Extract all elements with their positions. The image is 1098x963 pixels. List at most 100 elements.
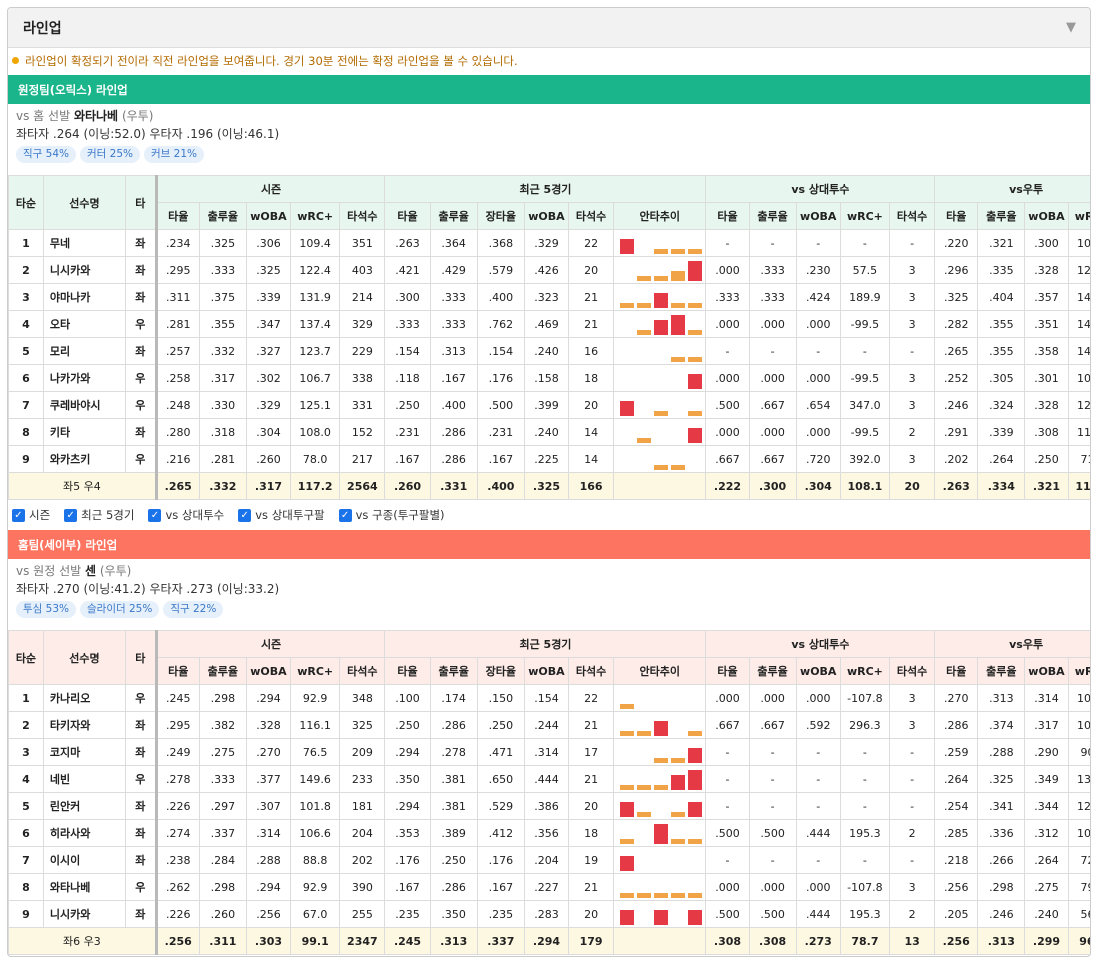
vs-hand-stat: .264 xyxy=(1024,846,1069,874)
column-header: 타율 xyxy=(384,202,431,230)
player-name[interactable]: 히라사와 xyxy=(42,819,126,847)
vs-hand-stat: .341 xyxy=(977,792,1026,820)
vs-pitcher-stat: .333 xyxy=(748,256,797,284)
season-stat: .281 xyxy=(154,310,200,338)
vs-pitcher-stat: -107.8 xyxy=(839,873,891,901)
recent-stat: .250 xyxy=(476,711,525,739)
trend-bar xyxy=(619,303,634,308)
player-name[interactable]: 키타 xyxy=(42,418,126,446)
season-stat: .307 xyxy=(245,792,292,820)
player-name[interactable]: 모리 xyxy=(42,337,126,365)
summary-season-stat: .303 xyxy=(245,927,292,955)
checkbox-checked-icon[interactable]: ✓ xyxy=(338,508,352,522)
player-name[interactable]: 와카츠키 xyxy=(42,445,126,473)
season-stat: .256 xyxy=(245,900,292,928)
recent-stat: 18 xyxy=(568,819,615,847)
vs-hand-stat: .305 xyxy=(977,364,1026,392)
vs-pitcher-stat: - xyxy=(748,229,797,257)
filter-checkbox[interactable]: ✓ 최근 5경기 xyxy=(64,507,134,523)
player-row: 5 린안커 좌 .226.297.307 101.8 181.294.381.529.38… xyxy=(8,792,1090,820)
pitch-mix: 직구 54% 커터 25% 커브 21% xyxy=(16,146,1082,163)
recent-stat: .579 xyxy=(476,256,525,284)
player-name[interactable]: 코지마 xyxy=(42,738,126,766)
recent-stat: .250 xyxy=(384,391,431,419)
player-name[interactable]: 야마나카 xyxy=(42,283,126,311)
hit-trend-chart xyxy=(613,229,707,257)
recent-stat: .389 xyxy=(429,819,478,847)
recent-stat: .399 xyxy=(523,391,570,419)
vs-hand-stat: .351 xyxy=(1024,310,1069,338)
checkbox-checked-icon[interactable]: ✓ xyxy=(64,508,78,522)
vs-pitcher-stat: .667 xyxy=(705,445,750,473)
trend-bars xyxy=(619,824,702,844)
trend-bars xyxy=(619,239,702,254)
filter-checkbox[interactable]: ✓ vs 구종(투구팔별) xyxy=(338,507,445,523)
filter-checkbox[interactable]: ✓ vs 상대투구팔 xyxy=(238,507,325,523)
summary-vs-hand-stat: .334 xyxy=(977,472,1026,500)
column-header: wOBA xyxy=(795,657,841,685)
player-name[interactable]: 타키자와 xyxy=(42,711,126,739)
checkbox-label: 최근 5경기 xyxy=(81,508,135,522)
batting-hand: 우 xyxy=(124,873,157,901)
vs-hand-stat: 144.2 xyxy=(1067,283,1090,311)
trend-bar xyxy=(670,812,685,817)
vs-hand-stat: 56.0 xyxy=(1067,900,1090,928)
column-header: wOBA xyxy=(1024,657,1069,685)
player-name[interactable]: 이시이 xyxy=(42,846,126,874)
recent-stat: .294 xyxy=(384,792,431,820)
column-header: 출루율 xyxy=(429,202,478,230)
season-stat: 108.0 xyxy=(290,418,341,446)
vs-hand-stat: .335 xyxy=(977,256,1026,284)
recent-stat: .353 xyxy=(384,819,431,847)
player-row: 3 코지마 좌 .249.275.270 76.5 209.294.278.471.314… xyxy=(8,738,1090,766)
group-header: vs우투 xyxy=(934,175,1090,203)
home-lineup-table: 타순 선수명 타 시즌 최근 5경기 vs 상대투수 vs우투 타율 출루율 wOBA wRC+ 타석… xyxy=(8,630,1090,955)
batting-order: 5 xyxy=(8,792,44,820)
column-header: wOBA xyxy=(245,202,292,230)
player-name[interactable]: 무네 xyxy=(42,229,126,257)
batting-order: 1 xyxy=(8,684,44,712)
season-stat: 116.1 xyxy=(290,711,341,739)
trend-bar xyxy=(670,775,685,790)
recent-stat: .231 xyxy=(476,418,525,446)
player-name[interactable]: 와타나베 xyxy=(42,873,126,901)
collapse-triangle-icon[interactable]: ▼ xyxy=(1066,20,1076,35)
season-stat: .216 xyxy=(154,445,200,473)
filter-checkbox[interactable]: ✓ vs 상대투수 xyxy=(148,507,224,523)
player-name[interactable]: 니시카와 xyxy=(42,256,126,284)
checkbox-checked-icon[interactable]: ✓ xyxy=(12,508,25,522)
vs-pitcher-stat: .000 xyxy=(748,684,797,712)
checkbox-checked-icon[interactable]: ✓ xyxy=(148,508,162,522)
trend-bar xyxy=(619,785,634,790)
summary-recent-stat: .331 xyxy=(429,472,478,500)
player-name[interactable]: 린안커 xyxy=(42,792,126,820)
season-stat: .333 xyxy=(198,256,247,284)
trend-bar xyxy=(670,271,685,281)
player-name[interactable]: 오타 xyxy=(42,310,126,338)
vs-hand-stat: 106.0 xyxy=(1067,364,1090,392)
summary-recent-stat: .325 xyxy=(523,472,570,500)
vs-pitcher-stat: - xyxy=(795,765,841,793)
batting-hand: 우 xyxy=(124,310,157,338)
column-header: wRC+ xyxy=(290,657,341,685)
player-name[interactable]: 쿠레바야시 xyxy=(42,391,126,419)
recent-stat: .176 xyxy=(476,364,525,392)
recent-stat: .167 xyxy=(384,873,431,901)
player-name[interactable]: 나카가와 xyxy=(42,364,126,392)
trend-bar xyxy=(687,330,702,335)
batting-order: 9 xyxy=(8,900,44,928)
vs-pitcher-stat: .000 xyxy=(795,684,841,712)
checkbox-checked-icon[interactable]: ✓ xyxy=(238,508,252,522)
vs-pitcher-stat: .000 xyxy=(705,364,750,392)
season-stat: 325 xyxy=(339,711,386,739)
player-name[interactable]: 네빈 xyxy=(42,765,126,793)
trend-bars xyxy=(636,315,702,335)
batting-hand: 우 xyxy=(124,364,157,392)
panel-header[interactable]: 라인업 ▼ xyxy=(8,8,1090,48)
filter-checkbox[interactable]: ✓ 시즌 xyxy=(12,507,50,523)
recent-stat: .250 xyxy=(429,846,478,874)
player-name[interactable]: 카나리오 xyxy=(42,684,126,712)
player-name[interactable]: 니시카와 xyxy=(42,900,126,928)
season-stat: .226 xyxy=(154,792,200,820)
column-header: wRC+ xyxy=(839,657,891,685)
